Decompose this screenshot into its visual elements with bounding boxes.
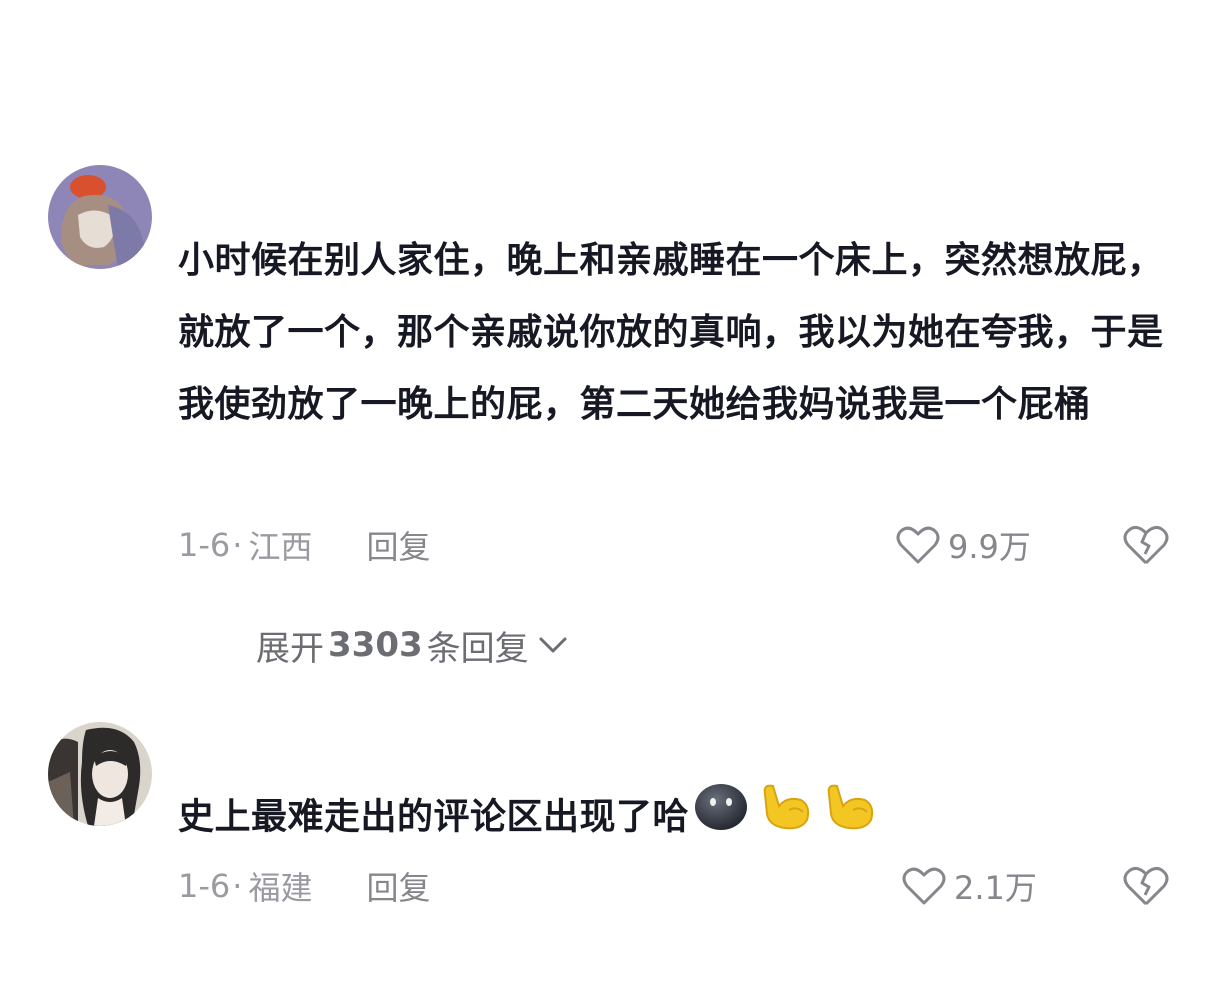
comment-location: 福建 [248, 869, 313, 907]
avatar-image [48, 165, 152, 269]
separator-dot: · [232, 867, 243, 905]
comment-text: 小时候在别人家住，晚上和亲戚睡在一个床上，突然想放屁，就放了一个，那个亲戚说你放… [178, 240, 1164, 425]
comment-text: 史上最难走出的评论区出现了哈 [178, 780, 1168, 857]
like-count: 9.9万 [948, 528, 1031, 566]
dislike-button[interactable] [1122, 864, 1170, 908]
expand-prefix: 展开 [256, 628, 324, 669]
reply-button[interactable]: 回复 [366, 863, 430, 909]
avatar-image [48, 722, 152, 826]
flexed-biceps-emoji [823, 780, 879, 857]
like-count: 2.1万 [954, 869, 1037, 907]
heart-icon [896, 526, 940, 564]
comment-date: 1-6 [178, 526, 231, 564]
chevron-down-icon [539, 637, 567, 653]
like-button[interactable]: 2.1万 [902, 864, 1037, 908]
heart-icon [902, 867, 946, 905]
avatar[interactable] [48, 722, 152, 826]
flexed-biceps-emoji [759, 780, 815, 857]
comment-text-content: 史上最难走出的评论区出现了哈 [178, 796, 690, 838]
dark-face-emoji [693, 780, 749, 857]
reply-count: 3303 [328, 625, 423, 665]
avatar[interactable] [48, 165, 152, 269]
comment-location: 江西 [248, 528, 313, 566]
separator-dot: · [232, 526, 243, 564]
expand-replies-button[interactable]: 展开 3303 条回复 [256, 623, 569, 669]
comment-meta: 1-6 · 福建 回复 [178, 864, 430, 908]
broken-heart-icon [1123, 526, 1169, 565]
comment-meta: 1-6 · 江西 回复 [178, 523, 430, 567]
expand-suffix: 条回复 [426, 628, 529, 669]
like-button[interactable]: 9.9万 [896, 523, 1031, 567]
broken-heart-icon [1123, 867, 1169, 906]
comment-date: 1-6 [178, 867, 231, 905]
dislike-button[interactable] [1122, 523, 1170, 567]
reply-button[interactable]: 回复 [366, 522, 430, 568]
